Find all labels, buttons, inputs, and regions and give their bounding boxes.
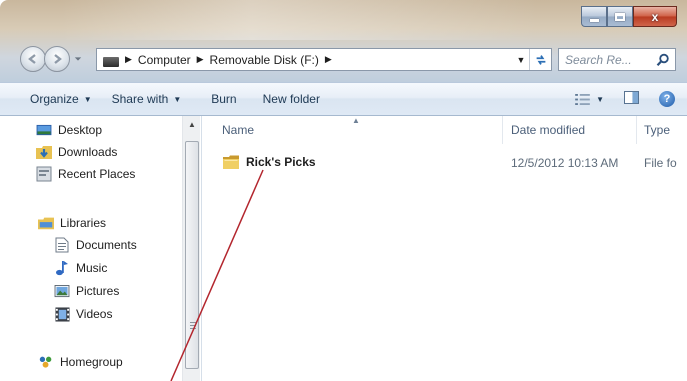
nav-item-documents[interactable]: Documents bbox=[54, 235, 137, 255]
drive-icon bbox=[103, 57, 119, 67]
file-row[interactable]: Rick's Picks 12/5/2012 10:13 AM File fo bbox=[202, 152, 687, 172]
close-button[interactable]: x bbox=[633, 6, 677, 27]
column-divider[interactable] bbox=[502, 116, 503, 144]
preview-pane-icon bbox=[624, 91, 639, 104]
navigation-pane: Desktop Downloads Recent Places Librarie… bbox=[0, 116, 202, 381]
nav-item-videos[interactable]: Videos bbox=[54, 304, 112, 324]
address-history-dropdown[interactable]: ▼ bbox=[513, 55, 529, 65]
organize-button[interactable]: Organize ▼ bbox=[0, 83, 102, 115]
chevron-down-icon: ▼ bbox=[83, 94, 92, 104]
organize-label: Organize bbox=[30, 92, 79, 106]
homegroup-icon bbox=[38, 354, 54, 370]
pictures-icon bbox=[54, 283, 70, 299]
minimize-icon bbox=[589, 19, 599, 22]
details-view-icon bbox=[575, 93, 590, 105]
music-icon bbox=[54, 260, 70, 276]
burn-label: Burn bbox=[211, 92, 237, 106]
chevron-down-icon bbox=[74, 57, 82, 61]
nav-item-label: Homegroup bbox=[60, 355, 123, 369]
minimize-button[interactable] bbox=[581, 6, 607, 27]
nav-item-label: Libraries bbox=[60, 216, 107, 230]
recent-pages-dropdown[interactable] bbox=[73, 54, 83, 64]
burn-button[interactable]: Burn bbox=[191, 83, 246, 115]
forward-arrow-icon bbox=[54, 54, 62, 64]
new-folder-label: New folder bbox=[262, 92, 320, 106]
scrollbar-grip bbox=[190, 322, 196, 331]
desktop-icon bbox=[36, 122, 52, 138]
nav-item-label: Downloads bbox=[58, 145, 118, 159]
videos-icon bbox=[54, 306, 70, 322]
chevron-down-icon: ▼ bbox=[596, 94, 604, 104]
breadcrumb-separator-icon[interactable]: ▶ bbox=[197, 54, 204, 65]
column-header-date-modified[interactable]: Date modified bbox=[511, 123, 585, 137]
breadcrumb-separator-icon[interactable]: ▶ bbox=[125, 54, 132, 65]
nav-item-homegroup[interactable]: Homegroup bbox=[38, 352, 123, 372]
search-icon[interactable] bbox=[656, 53, 670, 67]
downloads-icon bbox=[36, 144, 52, 160]
nav-item-label: Desktop bbox=[58, 123, 103, 137]
recent-places-icon bbox=[36, 166, 52, 182]
column-header-type[interactable]: Type bbox=[644, 123, 670, 137]
refresh-icon bbox=[536, 54, 545, 65]
documents-icon bbox=[54, 237, 70, 253]
scroll-up-icon[interactable]: ▲ bbox=[188, 120, 196, 129]
command-bar: Organize ▼ Share with ▼ Burn New folder ▼ … bbox=[0, 82, 687, 116]
share-with-button[interactable]: Share with ▼ bbox=[102, 83, 192, 115]
nav-item-label: Music bbox=[76, 261, 108, 275]
nav-pane-scrollbar[interactable]: ▲ bbox=[182, 116, 200, 381]
back-button[interactable] bbox=[20, 46, 46, 72]
refresh-button[interactable] bbox=[529, 49, 551, 70]
file-name-cell[interactable]: Rick's Picks bbox=[222, 154, 316, 170]
maximize-icon bbox=[615, 12, 625, 21]
nav-item-pictures[interactable]: Pictures bbox=[54, 281, 119, 301]
help-icon[interactable]: ? bbox=[659, 91, 675, 107]
sort-ascending-icon: ▲ bbox=[352, 116, 360, 125]
search-box[interactable]: Search Re... bbox=[558, 48, 676, 71]
search-placeholder: Search Re... bbox=[565, 52, 632, 67]
column-divider[interactable] bbox=[636, 116, 637, 144]
change-view-button[interactable]: ▼ bbox=[575, 93, 604, 105]
nav-item-downloads[interactable]: Downloads bbox=[36, 142, 117, 162]
back-arrow-icon bbox=[28, 54, 36, 64]
chevron-down-icon: ▼ bbox=[173, 94, 182, 104]
libraries-icon bbox=[38, 215, 54, 231]
new-folder-button[interactable]: New folder bbox=[247, 83, 330, 115]
nav-item-music[interactable]: Music bbox=[54, 258, 107, 278]
window-controls: x bbox=[581, 6, 677, 28]
column-headers: ▲ Name Date modified Type bbox=[202, 116, 687, 144]
address-bar[interactable]: ▶ Computer ▶ Removable Disk (F:) ▶ ▼ bbox=[96, 48, 552, 71]
scrollbar-thumb[interactable] bbox=[185, 141, 199, 369]
column-header-name[interactable]: Name bbox=[222, 123, 254, 137]
breadcrumb: ▶ Computer ▶ Removable Disk (F:) ▶ bbox=[119, 53, 338, 67]
glass-highlight bbox=[60, 0, 540, 40]
maximize-button[interactable] bbox=[607, 6, 633, 27]
nav-item-label: Pictures bbox=[76, 284, 120, 298]
breadcrumb-separator-icon[interactable]: ▶ bbox=[325, 54, 332, 65]
share-with-label: Share with bbox=[111, 92, 169, 106]
close-icon: x bbox=[651, 9, 659, 24]
nav-item-label: Videos bbox=[76, 307, 113, 321]
file-name-label: Rick's Picks bbox=[246, 155, 316, 169]
navigation-buttons bbox=[20, 46, 83, 72]
breadcrumb-computer[interactable]: Computer bbox=[138, 53, 191, 67]
folder-icon bbox=[223, 155, 239, 169]
file-list: ▲ Name Date modified Type Rick's Picks 1… bbox=[202, 116, 687, 381]
file-type: File fo bbox=[644, 156, 677, 170]
file-date-modified: 12/5/2012 10:13 AM bbox=[511, 156, 619, 170]
nav-item-label: Documents bbox=[76, 238, 137, 252]
address-bar-actions: ▼ bbox=[513, 49, 551, 70]
nav-item-libraries[interactable]: Libraries bbox=[38, 213, 106, 233]
nav-item-desktop[interactable]: Desktop bbox=[36, 120, 102, 140]
view-controls: ▼ ? bbox=[575, 83, 687, 115]
window-title-area: x ▶ Computer ▶ Removable Disk (F:) ▶ ▼ S… bbox=[0, 0, 687, 82]
breadcrumb-removable-disk[interactable]: Removable Disk (F:) bbox=[210, 53, 319, 67]
forward-button[interactable] bbox=[44, 46, 70, 72]
nav-item-label: Recent Places bbox=[58, 167, 136, 181]
preview-pane-button[interactable] bbox=[624, 91, 639, 107]
nav-item-recent-places[interactable]: Recent Places bbox=[36, 164, 135, 184]
